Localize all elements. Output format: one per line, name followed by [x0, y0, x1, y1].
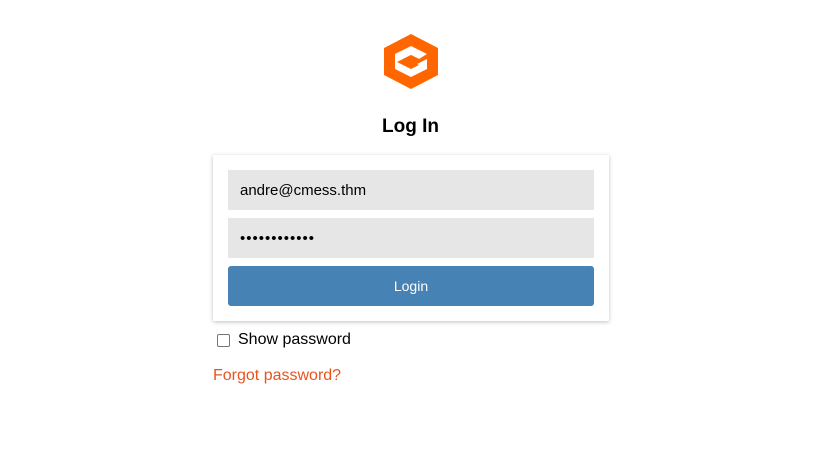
page-title: Log In [382, 116, 439, 137]
hexagon-g-logo-icon [383, 33, 439, 90]
login-page: Log In Login Show password Forgot passwo… [0, 0, 821, 450]
forgot-password-link[interactable]: Forgot password? [213, 366, 341, 386]
show-password-checkbox[interactable] [217, 333, 230, 347]
show-password-toggle[interactable]: Show password [217, 330, 351, 350]
email-field[interactable] [228, 170, 594, 210]
login-button[interactable]: Login [228, 266, 594, 306]
login-form-card: Login [213, 155, 609, 321]
password-field[interactable] [228, 218, 594, 258]
show-password-label: Show password [238, 331, 351, 348]
